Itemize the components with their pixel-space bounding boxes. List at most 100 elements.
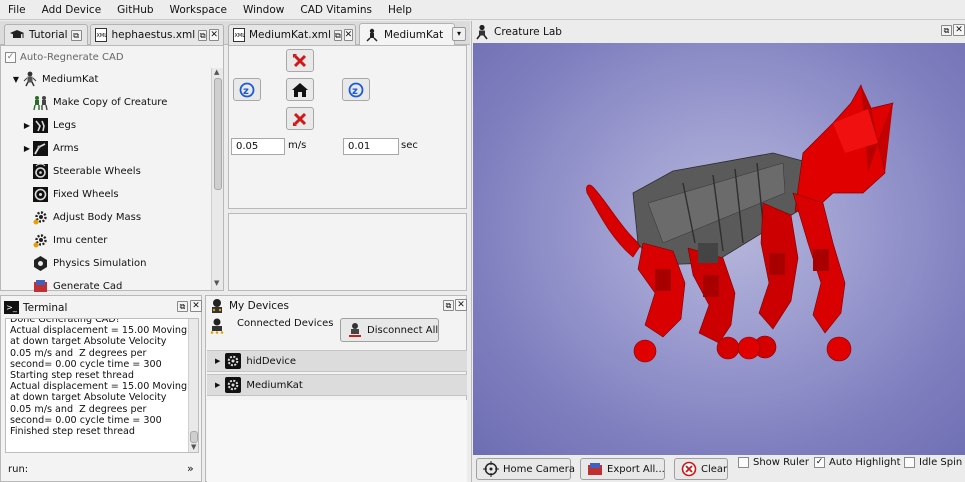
scroll-down-icon[interactable]: ▼ [191, 443, 196, 451]
device-row-mediumkat[interactable]: ▶ MediumKat [207, 374, 467, 396]
jog-up-button[interactable] [286, 49, 314, 72]
home-button[interactable] [286, 78, 314, 101]
gear-icon [32, 232, 49, 249]
close-icon[interactable]: ✕ [343, 29, 354, 41]
export-all-button[interactable]: Export All... [580, 458, 665, 480]
empty-panel [228, 213, 467, 291]
idle-spin-label: Idle Spin [919, 457, 963, 468]
tree-item-fixed-wheels[interactable]: Fixed Wheels [22, 183, 119, 205]
expand-right-icon[interactable]: ▶ [215, 381, 220, 389]
expand-right-icon[interactable]: ▶ [215, 357, 220, 365]
tree-root-mediumkat[interactable]: ▼ MediumKat [11, 68, 98, 90]
close-icon[interactable]: ✕ [209, 29, 219, 41]
terminal-scrollbar[interactable]: ▼ [188, 319, 198, 452]
tree-item-label: Make Copy of Creature [53, 96, 168, 108]
device-label: MediumKat [246, 379, 303, 391]
tree-item-arms[interactable]: ▶ Arms [22, 137, 79, 159]
tree-item-imu-center[interactable]: Imu center [22, 229, 107, 251]
home-camera-label: Home Camera [503, 463, 575, 475]
tree-item-label: Arms [53, 142, 79, 154]
svg-text:z: z [352, 86, 358, 97]
auto-regen-checkbox[interactable]: ✓ [5, 51, 16, 63]
disconnect-label: Disconnect All [367, 324, 439, 336]
scroll-thumb[interactable] [190, 431, 198, 443]
scroll-up-icon[interactable]: ▲ [214, 68, 219, 76]
tree-item-generate-cad[interactable]: Generate Cad [22, 275, 122, 297]
scroll-thumb[interactable] [214, 78, 222, 190]
legs-icon [32, 117, 49, 134]
clear-icon [681, 461, 697, 477]
copy-creature-icon [32, 94, 49, 111]
close-icon[interactable]: ✕ [455, 299, 467, 311]
tree-item-make-copy[interactable]: Make Copy of Creature [22, 91, 167, 113]
rotate-left-button[interactable]: z [233, 78, 261, 101]
tree-item-label: Legs [53, 119, 77, 131]
detach-icon[interactable]: ⧉ [70, 29, 82, 41]
rotate-right-button[interactable]: z [342, 78, 370, 101]
jog-down-button[interactable] [286, 107, 314, 130]
tree-item-label: Physics Simulation [53, 257, 147, 269]
tree-item-adjust-body-mass[interactable]: Adjust Body Mass [22, 206, 141, 228]
creature-lab-title: Creature Lab [494, 26, 562, 38]
idle-spin-toggle[interactable]: Idle Spin [904, 457, 962, 468]
detach-icon[interactable]: ⧉ [443, 300, 454, 311]
tree-item-label: Steerable Wheels [53, 165, 141, 177]
tree-item-physics-simulation[interactable]: Physics Simulation [22, 252, 146, 274]
tab-hephaestus-xml[interactable]: XML hephaestus.xml ⧉ ✕ [90, 24, 224, 45]
idle-spin-checkbox[interactable] [904, 457, 915, 468]
physics-icon [32, 255, 49, 272]
tab-label: MediumKat.xml [249, 29, 331, 41]
tab-label: MediumKat [384, 28, 444, 41]
detach-icon[interactable]: ⧉ [198, 29, 208, 41]
tab-mediumkat[interactable]: MediumKat [359, 23, 455, 45]
device-row-hiddevice[interactable]: ▶ hidDevice [207, 350, 467, 372]
gear-icon [225, 353, 242, 369]
creature-icon [21, 71, 38, 88]
menu-github[interactable]: GitHub [117, 4, 153, 16]
tab-tutorial[interactable]: Tutorial ⧉ [4, 24, 88, 45]
devices-header: My Devices [208, 298, 289, 314]
tab-mediumkat-xml[interactable]: XML MediumKat.xml ⧉ ✕ [228, 24, 356, 45]
close-icon[interactable]: ✕ [953, 24, 965, 36]
terminal-output-area[interactable]: Done Generating CAD! Actual displacement… [5, 318, 199, 453]
arms-icon [32, 140, 49, 157]
tree-scrollbar[interactable]: ▲ ▼ [211, 68, 223, 290]
detach-icon[interactable]: ⧉ [177, 301, 188, 312]
detach-icon[interactable]: ⧉ [333, 29, 342, 41]
menu-help[interactable]: Help [388, 4, 412, 16]
show-ruler-toggle[interactable]: Show Ruler [738, 457, 809, 468]
tab-overflow-chevron-icon[interactable]: ▾ [452, 27, 466, 41]
svg-text:z: z [243, 86, 249, 97]
expand-right-icon[interactable]: ▶ [22, 144, 32, 153]
menu-workspace[interactable]: Workspace [170, 4, 227, 16]
creature-icon [364, 28, 380, 42]
home-camera-button[interactable]: Home Camera [476, 458, 575, 480]
menu-add-device[interactable]: Add Device [42, 4, 102, 16]
device-list-empty-area [207, 400, 467, 482]
tree-item-steerable-wheels[interactable]: Steerable Wheels [22, 160, 141, 182]
menu-cad-vitamins[interactable]: CAD Vitamins [300, 4, 372, 16]
tree-root-label: MediumKat [42, 73, 99, 85]
tree-item-label: Generate Cad [53, 280, 123, 292]
expand-down-icon[interactable]: ▼ [11, 75, 21, 84]
detach-icon[interactable]: ⧉ [941, 25, 952, 36]
tab-label: Tutorial [29, 29, 68, 41]
speed-input[interactable]: 0.05 [231, 138, 285, 155]
auto-highlight-checkbox[interactable]: ✓ [814, 457, 825, 468]
expand-right-icon[interactable]: ▶ [22, 121, 32, 130]
clear-button[interactable]: Clear [674, 458, 728, 480]
creature-lab-icon [474, 24, 490, 40]
tree-item-legs[interactable]: ▶ Legs [22, 114, 76, 136]
time-input[interactable]: 0.01 [343, 138, 399, 155]
scroll-down-icon[interactable]: ▼ [214, 279, 219, 287]
show-ruler-checkbox[interactable] [738, 457, 749, 468]
run-arrow-icon[interactable]: » [187, 462, 194, 475]
auto-regen-row[interactable]: ✓ Auto-Regnerate CAD [5, 50, 124, 64]
auto-highlight-toggle[interactable]: ✓ Auto Highlight [814, 457, 901, 468]
menu-file[interactable]: File [8, 4, 26, 16]
close-icon[interactable]: ✕ [190, 300, 202, 312]
3d-viewport[interactable] [473, 43, 965, 455]
disconnect-all-button[interactable]: Disconnect All [340, 318, 439, 342]
robot-cat-model[interactable] [473, 43, 965, 455]
menu-window[interactable]: Window [243, 4, 284, 16]
